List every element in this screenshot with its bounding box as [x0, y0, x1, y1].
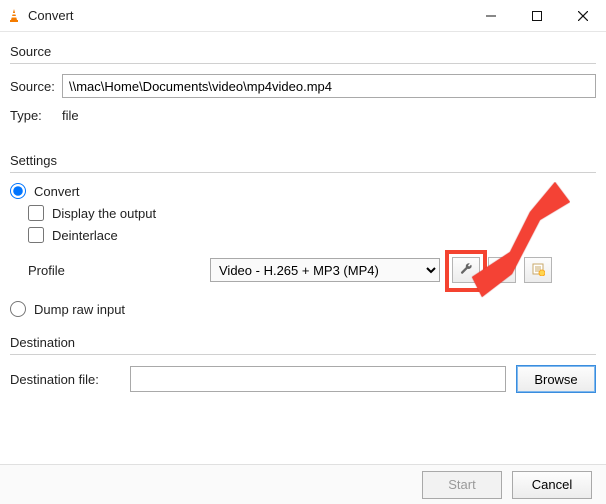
new-profile-icon	[531, 262, 545, 279]
destination-file-label: Destination file:	[10, 372, 130, 387]
display-output-checkbox[interactable]	[28, 205, 44, 221]
maximize-button[interactable]	[514, 0, 560, 32]
settings-section-label: Settings	[10, 153, 596, 168]
start-button[interactable]: Start	[422, 471, 502, 499]
destination-section-label: Destination	[10, 335, 596, 350]
convert-radio-label: Convert	[34, 184, 80, 199]
convert-radio[interactable]	[10, 183, 26, 199]
title-bar: Convert	[0, 0, 606, 32]
dump-raw-radio[interactable]	[10, 301, 26, 317]
deinterlace-checkbox[interactable]	[28, 227, 44, 243]
profile-select[interactable]: Video - H.265 + MP3 (MP4)	[210, 258, 440, 282]
minimize-button[interactable]	[468, 0, 514, 32]
source-label: Source:	[10, 79, 62, 94]
browse-button[interactable]: Browse	[516, 365, 596, 393]
divider	[10, 63, 596, 64]
window-title: Convert	[28, 8, 74, 23]
close-button[interactable]	[560, 0, 606, 32]
delete-icon	[496, 263, 508, 278]
edit-profile-button[interactable]	[452, 257, 480, 283]
dump-raw-label: Dump raw input	[34, 302, 125, 317]
display-output-label: Display the output	[52, 206, 156, 221]
profile-label: Profile	[10, 263, 210, 278]
delete-profile-button[interactable]	[488, 257, 516, 283]
wrench-icon	[459, 262, 473, 279]
new-profile-button[interactable]	[524, 257, 552, 283]
deinterlace-label: Deinterlace	[52, 228, 118, 243]
divider	[10, 172, 596, 173]
source-section-label: Source	[10, 44, 596, 59]
type-value: file	[62, 108, 79, 123]
cancel-button[interactable]: Cancel	[512, 471, 592, 499]
divider	[10, 354, 596, 355]
destination-file-input[interactable]	[130, 366, 506, 392]
type-label: Type:	[10, 108, 62, 123]
source-input[interactable]	[62, 74, 596, 98]
dialog-footer: Start Cancel	[0, 464, 606, 504]
vlc-cone-icon	[0, 8, 28, 24]
